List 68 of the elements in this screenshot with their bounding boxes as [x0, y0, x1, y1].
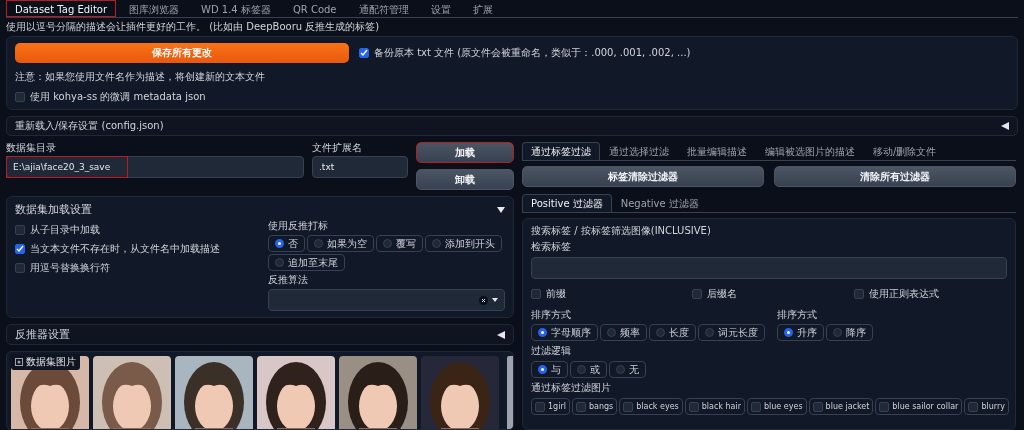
load-button[interactable]: 加载 — [416, 142, 514, 163]
radio-option[interactable]: 否 — [268, 235, 305, 253]
tab[interactable]: 批量编辑描述 — [678, 142, 756, 160]
radio-option[interactable]: 或 — [570, 361, 607, 378]
unload-button[interactable]: 卸载 — [416, 169, 514, 190]
section-header[interactable]: 重新载入/保存设置 (config.json) — [6, 116, 1018, 136]
tag-option[interactable]: blue jacket — [808, 398, 874, 415]
tab[interactable]: 设置 — [421, 0, 460, 17]
tag-option[interactable]: blue sailor collar — [875, 398, 963, 415]
section-title: 反推器设置 — [15, 328, 70, 342]
radio-option[interactable]: 覆写 — [376, 235, 423, 253]
tag-option[interactable]: black hair — [684, 398, 745, 415]
radio-option[interactable]: 添加到开头 — [425, 235, 502, 253]
field-label: 数据集目录 — [6, 142, 57, 154]
checkbox-label: 使用 kohya-ss 的微调 metadata json — [30, 91, 206, 103]
intro-text: 使用以逗号分隔的描述会让插件更好的工作。 (比如由 DeepBooru 反推生成的标签) — [6, 21, 381, 33]
radio-option[interactable]: 词元长度 — [698, 324, 765, 341]
tag-option[interactable]: bangs — [571, 398, 618, 415]
section-title: 重新载入/保存设置 (config.json) — [15, 120, 164, 132]
tab[interactable]: Negative 过滤器 — [611, 194, 708, 212]
group-label: 排序方式 — [777, 309, 818, 321]
radio-option[interactable]: 如果为空 — [307, 235, 374, 253]
panel-title: 搜索标签 / 按标签筛选图像(INCLUSIVE) — [531, 225, 712, 237]
field-label: 文件扩展名 — [312, 142, 363, 154]
section-title: 数据集加载设置 — [15, 203, 92, 217]
radio-option[interactable]: 与 — [531, 361, 568, 378]
group-label: 过滤逻辑 — [531, 345, 572, 357]
directory-field[interactable]: E:\ajia\face20_3_save — [6, 156, 304, 178]
field-label: 检索标签 — [531, 241, 572, 253]
tab[interactable]: 通过选择过滤 — [600, 142, 678, 160]
radio-option[interactable]: 无 — [609, 361, 646, 378]
radio-option[interactable]: 追加至末尾 — [268, 254, 345, 272]
extension-field[interactable]: .txt — [312, 156, 408, 178]
tab[interactable]: 编辑被选图片的描述 — [756, 142, 864, 160]
tab[interactable]: 通配符管理 — [349, 0, 418, 17]
tag-option[interactable]: blue eyes — [747, 398, 807, 415]
checkbox-label: 当文本文件不存在时，从文件名中加载描述 — [30, 243, 220, 256]
radio-option[interactable]: 频率 — [600, 324, 647, 341]
section-header[interactable]: 反推器设置 — [6, 324, 514, 346]
field-label: 反推算法 — [268, 274, 309, 287]
tab[interactable]: QR Code — [283, 0, 346, 17]
checkbox-label: 用逗号替换换行符 — [30, 262, 110, 275]
radio-option[interactable]: 升序 — [777, 324, 824, 341]
group-label: 使用反推打标 — [268, 220, 329, 233]
gallery-label: 数据集图片 — [11, 354, 80, 371]
tab[interactable]: Dataset Tag Editor — [6, 0, 117, 17]
checkbox-label: 从子目录中加载 — [30, 224, 100, 237]
note-text: 注意：如果您使用文件名作为描述，将创建新的文本文件 — [15, 71, 266, 83]
tab[interactable]: Positive 过滤器 — [522, 194, 612, 212]
clear-filter-button[interactable]: 标签清除过滤器 — [522, 166, 764, 187]
checkbox-label: 后缀名 — [707, 288, 738, 300]
checkbox-label: 备份原本 txt 文件 (原文件会被重命名，类似于：.000, .001, .002, ...) — [374, 47, 691, 59]
tab[interactable]: 通过标签过滤 — [522, 142, 600, 160]
radio-option[interactable]: 长度 — [649, 324, 696, 341]
group-label: 排序方式 — [531, 309, 572, 321]
tag-option[interactable]: black eyes — [619, 398, 683, 415]
tab[interactable]: 移动/删除文件 — [864, 142, 946, 160]
checkbox-label: 前缀 — [546, 288, 566, 300]
radio-option[interactable]: 降序 — [826, 324, 873, 341]
radio-option[interactable]: 字母顺序 — [531, 324, 598, 341]
checkbox-label: 使用正则表达式 — [868, 288, 939, 300]
tag-option[interactable]: blurry — [964, 398, 1009, 415]
tab[interactable]: 图库浏览器 — [120, 0, 189, 17]
tab[interactable]: WD 1.4 标签器 — [192, 0, 280, 17]
tag-option[interactable]: 1girl — [531, 398, 570, 415]
group-label: 通过标签过滤图片 — [531, 382, 612, 394]
tab[interactable]: 扩展 — [463, 0, 502, 17]
clear-filter-button[interactable]: 清除所有过滤器 — [774, 166, 1016, 187]
